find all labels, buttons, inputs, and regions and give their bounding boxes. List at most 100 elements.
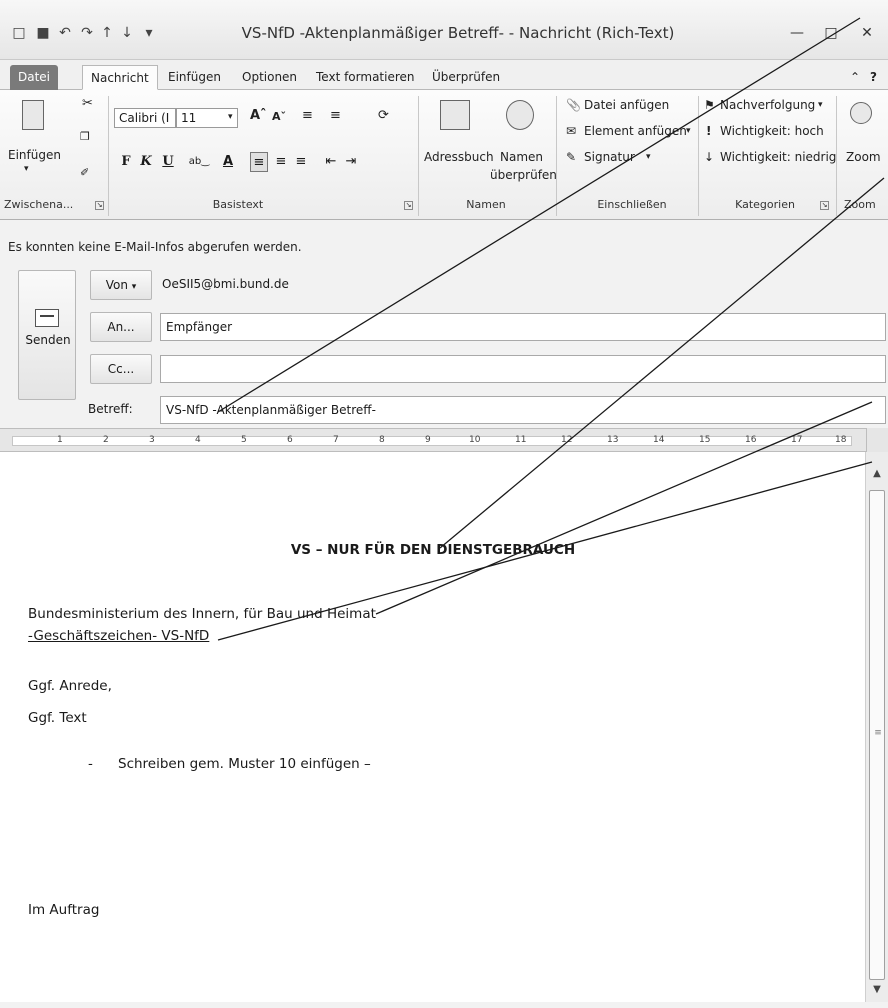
help-icon[interactable]: ? [862, 65, 885, 90]
ribbon: Einfügen ▾ ✂ ❐ ✐ Zwischena... ↘ Calibri … [0, 90, 888, 220]
zoom-button[interactable]: Zoom [846, 150, 881, 164]
down-arrow-icon: ↓ [704, 150, 715, 164]
paste-dropdown-icon[interactable]: ▾ [24, 164, 29, 174]
ruler-number: 1 [57, 435, 63, 445]
to-field[interactable]: Empfänger [160, 313, 886, 341]
minimize-button[interactable]: — [786, 22, 808, 44]
clipboard-icon [22, 100, 44, 130]
tab-file[interactable]: Datei [10, 65, 59, 90]
bullet-dash: - [88, 756, 93, 772]
tab-insert[interactable]: Einfügen [160, 65, 229, 90]
attach-file-button[interactable]: Datei anfügen [584, 98, 669, 112]
align-right-icon[interactable]: ≡ [292, 152, 310, 172]
scroll-down-icon[interactable]: ▼ [866, 980, 888, 1000]
font-color-icon[interactable]: A [216, 152, 240, 172]
chevron-down-icon[interactable]: ▾ [686, 126, 691, 136]
ruler-number: 8 [379, 435, 385, 445]
copy-icon[interactable]: ❐ [80, 130, 90, 143]
underline-button[interactable]: U [160, 152, 176, 172]
ruler-number: 5 [241, 435, 247, 445]
exclamation-icon: ! [706, 124, 712, 138]
tab-review[interactable]: Überprüfen [424, 65, 508, 90]
clipboard-launcher-icon[interactable]: ↘ [95, 201, 104, 210]
group-separator [418, 96, 419, 216]
group-label-zoom: Zoom [844, 198, 876, 211]
highlight-icon[interactable]: ab‿ [186, 152, 212, 172]
ruler-toggle-icon[interactable] [866, 428, 888, 452]
to-button[interactable]: An... [90, 312, 152, 342]
bullets-icon[interactable]: ≡ [302, 108, 313, 123]
group-separator [108, 96, 109, 216]
high-importance-button[interactable]: Wichtigkeit: hoch [720, 124, 824, 138]
tab-options[interactable]: Optionen [234, 65, 305, 90]
ruler-number: 16 [745, 435, 757, 445]
grow-font-icon[interactable]: Aˆ [250, 108, 267, 123]
chevron-down-icon[interactable]: ▾ [228, 112, 233, 122]
ruler-number: 3 [149, 435, 155, 445]
shrink-font-icon[interactable]: Aˇ [272, 110, 286, 123]
address-book-icon [440, 100, 470, 130]
close-button[interactable]: ✕ [856, 22, 878, 44]
group-separator [556, 96, 557, 216]
send-label: Senden [25, 333, 71, 347]
signature-button[interactable]: Signatur [584, 150, 635, 164]
tab-message[interactable]: Nachricht [82, 65, 158, 90]
group-separator [836, 96, 837, 216]
attach-item-icon: ✉ [566, 124, 577, 138]
chevron-down-icon[interactable]: ▾ [818, 100, 823, 110]
ruler-number: 7 [333, 435, 339, 445]
grip-icon: ≡ [874, 728, 882, 738]
align-center-icon[interactable]: ≡ [272, 152, 290, 172]
ruler-number: 10 [469, 435, 481, 445]
maximize-button[interactable]: □ [820, 22, 842, 44]
ruler-number: 4 [195, 435, 201, 445]
from-button[interactable]: Von ▾ [90, 270, 152, 300]
ruler-number: 14 [653, 435, 665, 445]
text-line: Ggf. Text [28, 710, 87, 726]
window-title: VS-NfD -Aktenplanmäßiger Betreff- - Nach… [241, 24, 675, 42]
check-names-button[interactable]: Namen [500, 150, 543, 164]
cc-field[interactable] [160, 355, 886, 383]
closing-line: Im Auftrag [28, 902, 100, 918]
tab-format-text[interactable]: Text formatieren [308, 65, 423, 90]
tags-launcher-icon[interactable]: ↘ [820, 201, 829, 210]
ruler[interactable]: 1 2 3 4 5 6 7 8 9 10 11 12 13 14 15 16 1… [0, 428, 866, 452]
magnifier-icon [850, 102, 872, 124]
scroll-up-icon[interactable]: ▲ [866, 464, 888, 484]
subject-field[interactable]: VS-NfD -Aktenplanmäßiger Betreff- [160, 396, 886, 424]
ruler-number: 12 [561, 435, 573, 445]
font-name-dropdown[interactable]: Calibri (I [114, 108, 176, 128]
info-bar-text: Es konnten keine E-Mail-Infos abgerufen … [8, 240, 302, 254]
follow-up-button[interactable]: Nachverfolgung [720, 98, 815, 112]
from-address: OeSII5@bmi.bund.de [162, 277, 289, 291]
format-painter-icon[interactable]: ✐ [80, 166, 89, 179]
cc-button[interactable]: Cc... [90, 354, 152, 384]
chevron-down-icon[interactable]: ▾ [646, 152, 651, 162]
group-label-include: Einschließen [597, 198, 667, 211]
cut-icon[interactable]: ✂ [82, 96, 93, 111]
ruler-number: 11 [515, 435, 527, 445]
increase-indent-icon[interactable]: ⇥ [342, 152, 360, 172]
clear-formatting-icon[interactable]: ⟳ [378, 108, 389, 123]
decrease-indent-icon[interactable]: ⇤ [322, 152, 340, 172]
ruler-number: 9 [425, 435, 431, 445]
check-names-icon [506, 100, 534, 130]
message-body[interactable]: VS – NUR FÜR DEN DIENSTGEBRAUCH Bundesmi… [0, 452, 866, 1002]
attach-item-button[interactable]: Element anfügen [584, 124, 687, 138]
italic-button[interactable]: K [138, 152, 154, 172]
paste-button[interactable]: Einfügen [8, 148, 61, 162]
numbering-icon[interactable]: ≡ [330, 108, 341, 123]
low-importance-button[interactable]: Wichtigkeit: niedrig [720, 150, 836, 164]
align-left-icon[interactable]: ≡ [250, 152, 268, 172]
scroll-thumb[interactable]: ≡ [869, 490, 885, 980]
group-label-basic-text: Basistext [212, 198, 264, 211]
basic-text-launcher-icon[interactable]: ↘ [404, 201, 413, 210]
vertical-scrollbar[interactable]: ▲ ≡ ▼ [866, 452, 888, 1002]
group-label-names: Namen [466, 198, 506, 211]
ruler-number: 18 [835, 435, 847, 445]
bold-button[interactable]: F [118, 152, 134, 172]
address-book-button[interactable]: Adressbuch [424, 150, 494, 164]
ribbon-tabs: Datei Nachricht Einfügen Optionen Text f… [0, 60, 888, 90]
send-button[interactable]: Senden [18, 270, 76, 400]
check-names-button-line2[interactable]: überprüfen [490, 168, 557, 182]
